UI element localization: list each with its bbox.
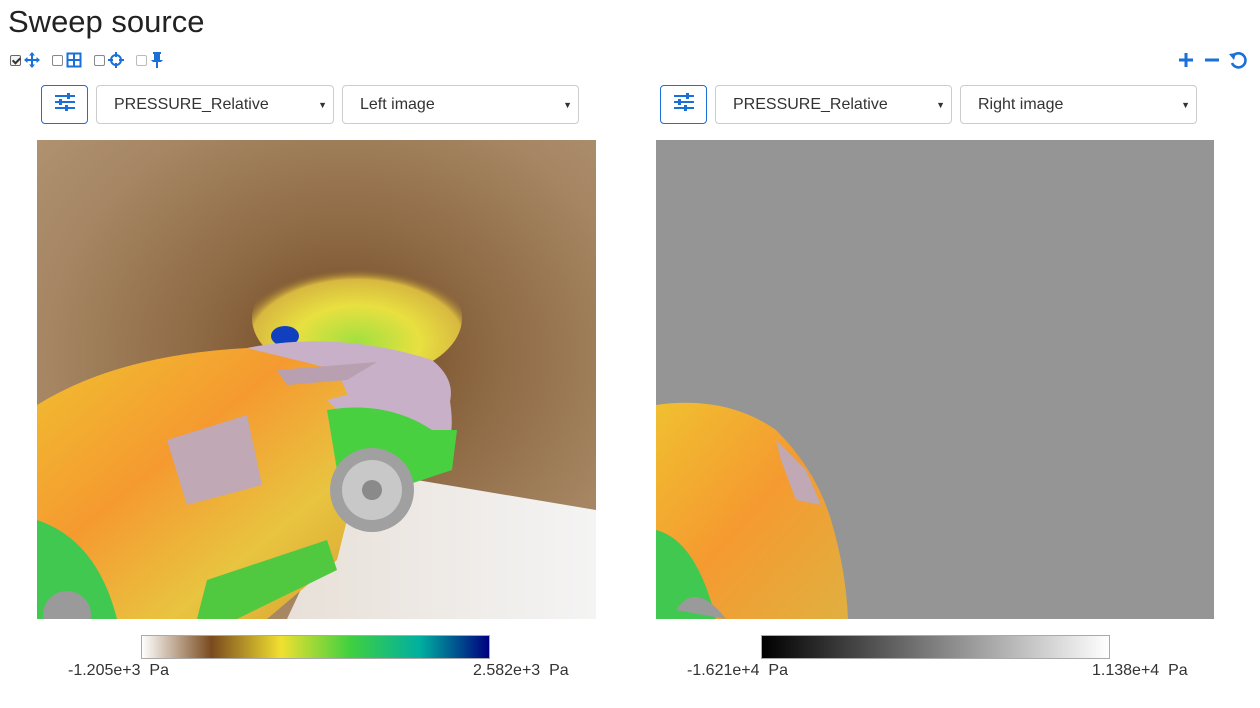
chevron-down-icon: ▼	[318, 99, 327, 110]
right-image-select[interactable]: Right image ▼	[960, 85, 1197, 124]
probe-checkbox[interactable]	[94, 54, 105, 66]
right-max-value: 1.138e+4	[1092, 662, 1160, 679]
move-arrows-icon[interactable]	[24, 52, 40, 68]
pan-checkbox[interactable]	[10, 54, 21, 66]
chevron-down-icon: ▼	[936, 99, 945, 110]
plus-icon[interactable]	[1176, 50, 1196, 70]
view-actions	[1176, 50, 1248, 70]
view-toolbar	[10, 52, 176, 68]
right-max-unit: Pa	[1168, 662, 1188, 679]
left-render-view[interactable]	[37, 140, 596, 619]
right-min-unit: Pa	[768, 662, 788, 679]
left-field-select[interactable]: PRESSURE_Relative ▼	[96, 85, 334, 124]
right-controls: PRESSURE_Relative ▼ Right image ▼	[660, 85, 1197, 124]
sliders-icon	[673, 93, 695, 116]
left-max-value: 2.582e+3	[473, 662, 541, 679]
left-settings-button[interactable]	[41, 85, 88, 124]
grid-tool[interactable]	[52, 52, 82, 68]
grid-checkbox[interactable]	[52, 54, 63, 66]
left-min-unit: Pa	[149, 662, 169, 679]
left-controls: PRESSURE_Relative ▼ Left image ▼	[41, 85, 579, 124]
left-min-value: -1.205e+3	[68, 662, 141, 679]
pan-tool[interactable]	[10, 52, 40, 68]
left-max-unit: Pa	[549, 662, 569, 679]
right-colorbar-min-label: -1.621e+4 Pa	[687, 662, 788, 680]
left-render-image	[37, 140, 596, 619]
left-colorbar-min-label: -1.205e+3 Pa	[68, 662, 169, 680]
left-image-value: Left image	[360, 95, 435, 113]
pin-checkbox[interactable]	[136, 54, 147, 66]
right-field-value: PRESSURE_Relative	[733, 95, 888, 113]
chevron-down-icon: ▼	[1181, 99, 1190, 110]
crosshair-icon[interactable]	[108, 52, 124, 68]
right-image-value: Right image	[978, 95, 1064, 113]
left-image-select[interactable]: Left image ▼	[342, 85, 579, 124]
left-field-value: PRESSURE_Relative	[114, 95, 269, 113]
grid-icon[interactable]	[66, 52, 82, 68]
right-settings-button[interactable]	[660, 85, 707, 124]
chevron-down-icon: ▼	[563, 99, 572, 110]
right-render-view[interactable]	[656, 140, 1215, 619]
right-colorbar	[761, 635, 1110, 659]
sliders-icon	[54, 93, 76, 116]
pin-tool[interactable]	[136, 52, 164, 68]
page-title: Sweep source	[8, 4, 205, 39]
right-min-value: -1.621e+4	[687, 662, 760, 679]
pin-icon[interactable]	[150, 52, 164, 68]
left-colorbar-max-label: 2.582e+3 Pa	[473, 662, 569, 680]
undo-icon[interactable]	[1228, 50, 1248, 70]
right-field-select[interactable]: PRESSURE_Relative ▼	[715, 85, 952, 124]
probe-tool[interactable]	[94, 52, 124, 68]
left-colorbar	[141, 635, 490, 659]
right-colorbar-max-label: 1.138e+4 Pa	[1092, 662, 1188, 680]
minus-icon[interactable]	[1202, 50, 1222, 70]
right-render-image	[656, 140, 1214, 619]
